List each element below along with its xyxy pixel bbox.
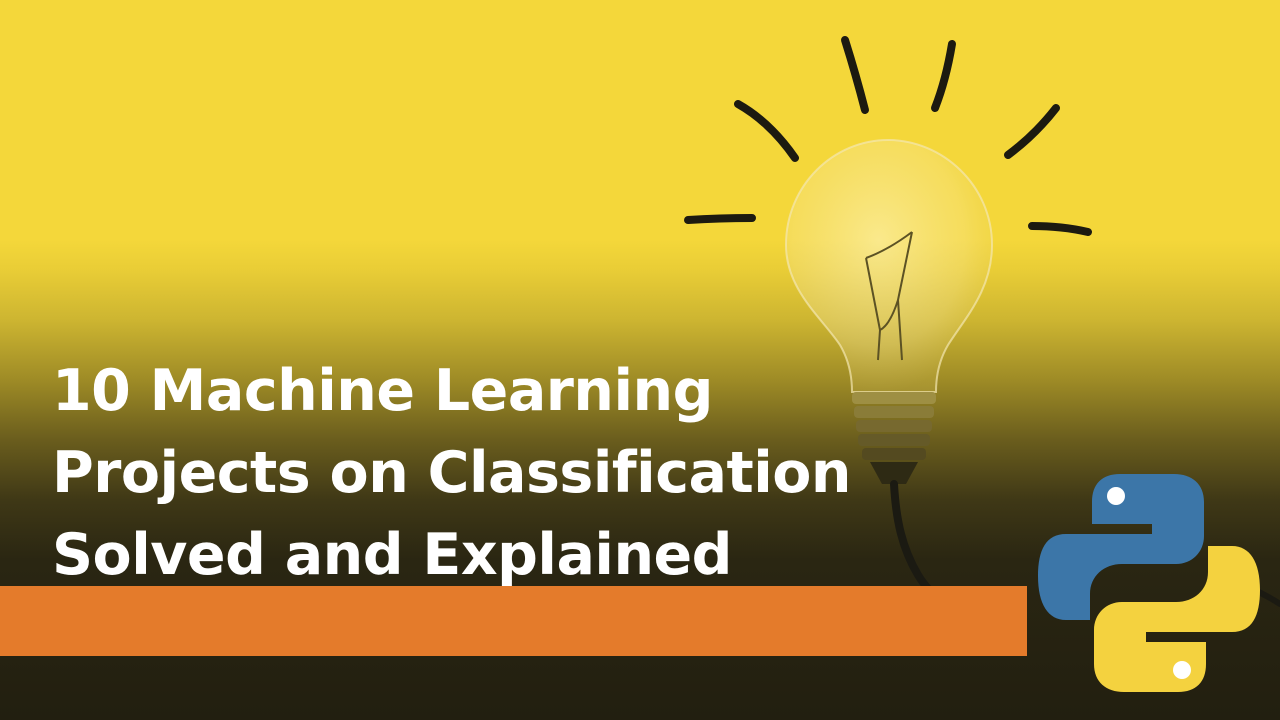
title-line-3: Solved and Explained xyxy=(52,522,732,588)
python-logo-icon xyxy=(1038,474,1260,692)
title-line-1: 10 Machine Learning xyxy=(52,358,713,424)
python-logo-blue-eye xyxy=(1107,487,1125,505)
thumbnail: 10 Machine Learning Projects on Classifi… xyxy=(0,0,1280,720)
thumbnail-title: 10 Machine Learning Projects on Classifi… xyxy=(52,350,932,596)
title-line-2: Projects on Classification xyxy=(52,440,851,506)
python-logo-yellow-eye xyxy=(1173,661,1191,679)
accent-bar xyxy=(0,586,1027,656)
